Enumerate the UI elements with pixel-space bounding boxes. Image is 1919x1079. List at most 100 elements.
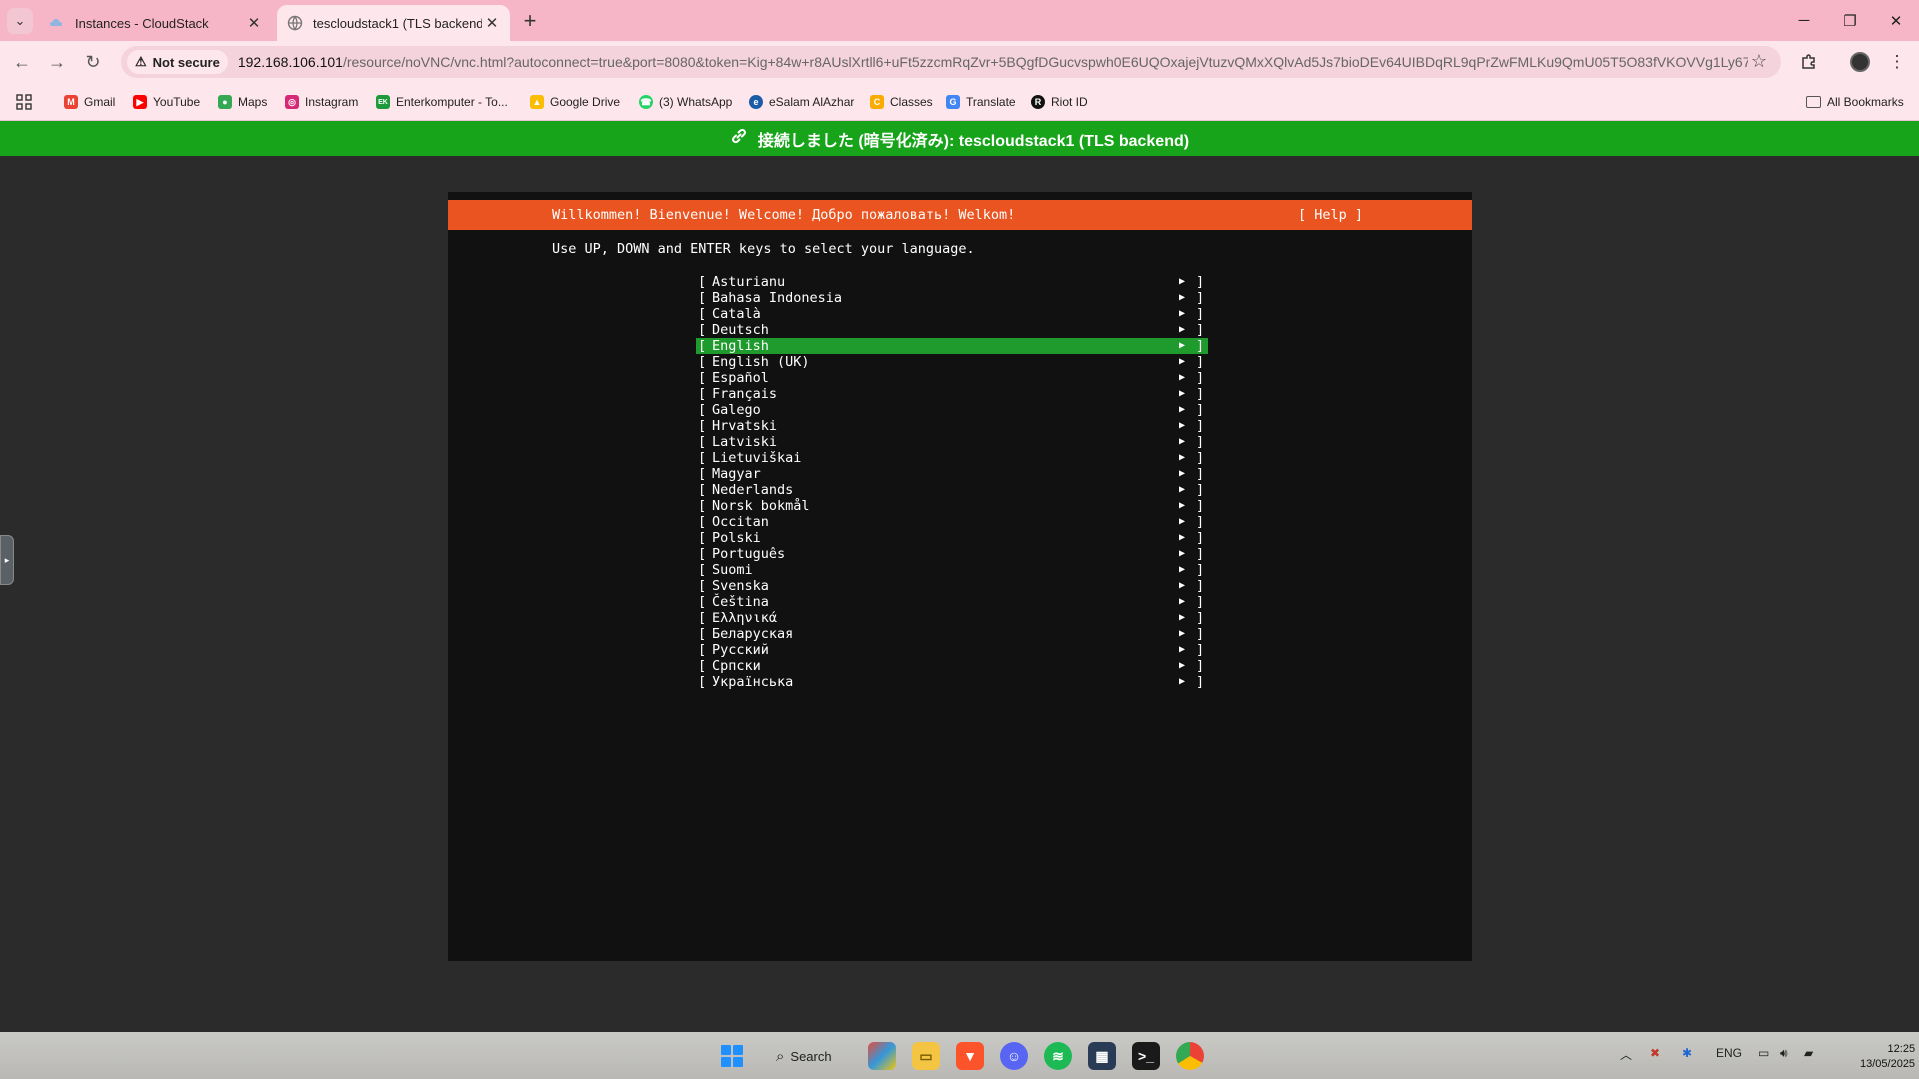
language-option[interactable]: [Српски ▶] bbox=[696, 658, 1208, 674]
bookmark-classes[interactable]: C Classes bbox=[870, 92, 933, 112]
submenu-arrow-icon: ▶ bbox=[1179, 420, 1186, 431]
language-option[interactable]: [Magyar ▶] bbox=[696, 466, 1208, 482]
all-bookmarks-button[interactable]: All Bookmarks bbox=[1806, 92, 1904, 112]
tab-search-button[interactable]: ⌄ bbox=[7, 8, 33, 34]
language-option[interactable]: [Polski ▶] bbox=[696, 530, 1208, 546]
windows-start-icon[interactable] bbox=[718, 1042, 746, 1070]
bracket-right: ] bbox=[1196, 530, 1205, 546]
bookmark-riot-id[interactable]: R Riot ID bbox=[1031, 92, 1088, 112]
network-off-icon[interactable]: ✖ bbox=[1650, 1046, 1660, 1060]
language-option[interactable]: [Deutsch ▶] bbox=[696, 322, 1208, 338]
submenu-arrow-icon: ▶ bbox=[1179, 500, 1186, 511]
language-option[interactable]: [Català ▶] bbox=[696, 306, 1208, 322]
bracket-right: ] bbox=[1196, 402, 1205, 418]
address-bar[interactable]: ⚠ Not secure 192.168.106.101/resource/no… bbox=[121, 46, 1781, 78]
minimize-icon[interactable]: ─ bbox=[1781, 0, 1827, 41]
language-option[interactable]: [Українська ▶] bbox=[696, 674, 1208, 690]
tray-overflow-icon[interactable]: ︿ bbox=[1620, 1046, 1632, 1063]
bookmark-gmail[interactable]: M Gmail bbox=[64, 92, 115, 112]
language-option[interactable]: [English ▶] bbox=[696, 338, 1208, 354]
language-option[interactable]: [Ελληνικά ▶] bbox=[696, 610, 1208, 626]
language-option[interactable]: [Русский ▶] bbox=[696, 642, 1208, 658]
file-explorer-icon[interactable]: ▭ bbox=[912, 1042, 940, 1070]
language-option[interactable]: [Nederlands ▶] bbox=[696, 482, 1208, 498]
bracket-left: [ bbox=[698, 402, 707, 418]
bookmark-star-icon[interactable]: ☆ bbox=[1751, 51, 1767, 72]
close-icon[interactable]: ✕ bbox=[482, 13, 502, 33]
submenu-arrow-icon: ▶ bbox=[1179, 292, 1186, 303]
vnc-control-bar-handle[interactable]: ▸ bbox=[0, 535, 14, 585]
bookmark-google-drive[interactable]: ▲ Google Drive bbox=[530, 92, 620, 112]
help-button[interactable]: [ Help ] bbox=[1298, 207, 1363, 223]
bookmark-translate[interactable]: G Translate bbox=[946, 92, 1016, 112]
copilot-icon[interactable] bbox=[868, 1042, 896, 1070]
bookmark-enterkomputer[interactable]: EK Enterkomputer - To... bbox=[376, 92, 508, 112]
back-icon[interactable]: ← bbox=[9, 49, 35, 75]
language-name: Русский bbox=[712, 642, 769, 658]
bookmark-maps[interactable]: ● Maps bbox=[218, 92, 267, 112]
language-indicator[interactable]: ENG bbox=[1716, 1046, 1742, 1060]
bluetooth-icon[interactable]: ✱ bbox=[1682, 1046, 1692, 1060]
bracket-left: [ bbox=[698, 498, 707, 514]
bookmark-instagram[interactable]: ◎ Instagram bbox=[285, 92, 358, 112]
bookmark-esalam[interactable]: e eSalam AlAzhar bbox=[749, 92, 854, 112]
site-info-button[interactable]: ⚠ Not secure bbox=[127, 50, 228, 74]
reload-icon[interactable]: ↻ bbox=[80, 49, 106, 75]
volume-icon[interactable]: 🔊︎ bbox=[1780, 1046, 1788, 1061]
profile-avatar-icon[interactable] bbox=[1847, 49, 1873, 75]
folder-icon bbox=[1806, 96, 1821, 108]
brave-icon[interactable]: ▼ bbox=[956, 1042, 984, 1070]
close-icon[interactable]: ✕ bbox=[244, 13, 264, 33]
installer-header: Willkommen! Bienvenue! Welcome! Добро по… bbox=[448, 200, 1472, 230]
bookmark-whatsapp[interactable]: ☎ (3) WhatsApp bbox=[639, 92, 732, 112]
language-name: Українська bbox=[712, 674, 794, 690]
vnc-status-bar: 接続しました (暗号化済み): tescloudstack1 (TLS back… bbox=[0, 121, 1919, 156]
language-option[interactable]: [Español ▶] bbox=[696, 370, 1208, 386]
chrome-icon[interactable] bbox=[1176, 1042, 1204, 1070]
display-icon[interactable]: ▭ bbox=[1758, 1046, 1769, 1060]
tab-vnc[interactable]: tescloudstack1 (TLS backend) - ✕ bbox=[277, 5, 510, 41]
language-option[interactable]: [Svenska ▶] bbox=[696, 578, 1208, 594]
language-option[interactable]: [Suomi ▶] bbox=[696, 562, 1208, 578]
apps-grid-icon[interactable] bbox=[16, 92, 32, 112]
taskbar-clock[interactable]: 12:25 13/05/2025 bbox=[1860, 1042, 1915, 1072]
bracket-right: ] bbox=[1196, 322, 1205, 338]
discord-icon[interactable]: ☺ bbox=[1000, 1042, 1028, 1070]
bookmark-youtube[interactable]: ▶ YouTube bbox=[133, 92, 200, 112]
submenu-arrow-icon: ▶ bbox=[1179, 436, 1186, 447]
taskbar-search[interactable]: ⌕ Search bbox=[776, 1044, 832, 1068]
bracket-right: ] bbox=[1196, 674, 1205, 690]
extensions-icon[interactable] bbox=[1796, 49, 1822, 75]
vnc-console-screen[interactable]: Willkommen! Bienvenue! Welcome! Добро по… bbox=[448, 192, 1472, 961]
battery-icon[interactable]: ▰ bbox=[1804, 1046, 1813, 1060]
url-text[interactable]: 192.168.106.101/resource/noVNC/vnc.html?… bbox=[238, 54, 1748, 70]
submenu-arrow-icon: ▶ bbox=[1179, 580, 1186, 591]
language-option[interactable]: [Hrvatski ▶] bbox=[696, 418, 1208, 434]
language-option[interactable]: [Lietuviškai ▶] bbox=[696, 450, 1208, 466]
terminal-icon[interactable]: >_ bbox=[1132, 1042, 1160, 1070]
new-tab-icon[interactable]: + bbox=[518, 8, 542, 33]
language-option[interactable]: [Čeština ▶] bbox=[696, 594, 1208, 610]
language-option[interactable]: [Galego ▶] bbox=[696, 402, 1208, 418]
bracket-right: ] bbox=[1196, 306, 1205, 322]
language-option[interactable]: [Latviski ▶] bbox=[696, 434, 1208, 450]
language-option[interactable]: [Asturianu ▶] bbox=[696, 274, 1208, 290]
language-option[interactable]: [Occitan ▶] bbox=[696, 514, 1208, 530]
language-option[interactable]: [Norsk bokmål ▶] bbox=[696, 498, 1208, 514]
language-name: Français bbox=[712, 386, 778, 402]
close-window-icon[interactable]: ✕ bbox=[1873, 0, 1919, 41]
language-name: English bbox=[712, 338, 769, 354]
calculator-icon[interactable]: ▦ bbox=[1088, 1042, 1116, 1070]
welcome-text: Willkommen! Bienvenue! Welcome! Добро по… bbox=[552, 207, 1016, 223]
restore-icon[interactable]: ❐ bbox=[1827, 0, 1873, 41]
language-option[interactable]: [Português ▶] bbox=[696, 546, 1208, 562]
language-option[interactable]: [English (UK) ▶] bbox=[696, 354, 1208, 370]
spotify-icon[interactable]: ≋ bbox=[1044, 1042, 1072, 1070]
language-option[interactable]: [Bahasa Indonesia ▶] bbox=[696, 290, 1208, 306]
language-name: Polski bbox=[712, 530, 761, 546]
tab-instances[interactable]: Instances - CloudStack ✕ bbox=[39, 5, 272, 41]
menu-dots-icon[interactable]: ⋮ bbox=[1884, 49, 1910, 75]
forward-icon[interactable]: → bbox=[44, 49, 70, 75]
language-option[interactable]: [Français ▶] bbox=[696, 386, 1208, 402]
language-option[interactable]: [Беларуская ▶] bbox=[696, 626, 1208, 642]
